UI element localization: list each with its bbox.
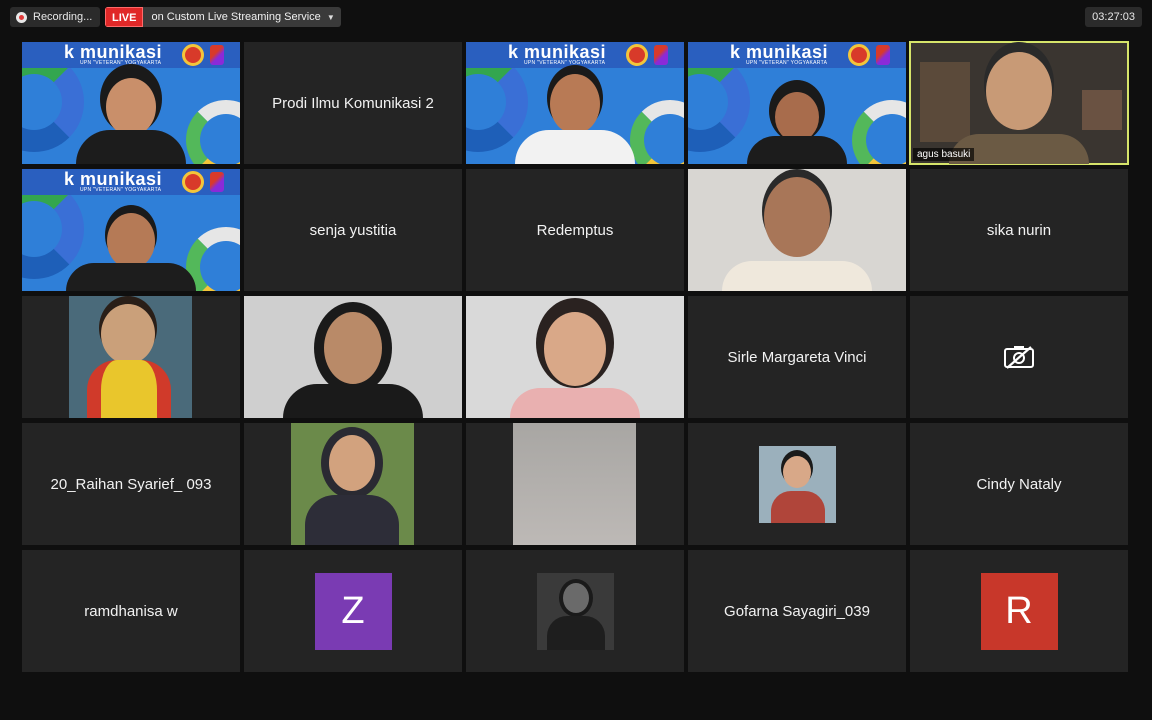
- participant-avatar: Z: [314, 572, 392, 650]
- participant-name: Redemptus: [536, 221, 614, 239]
- participant-video: [500, 64, 650, 164]
- participant-tile[interactable]: ramdhanisa w: [22, 550, 240, 672]
- participant-video: [717, 173, 877, 291]
- participant-tile[interactable]: Prodi Ilmu Komunikasi 2: [244, 42, 462, 164]
- participant-name: Cindy Nataly: [976, 475, 1062, 493]
- participant-tile[interactable]: [466, 423, 684, 545]
- participant-name: sika nurin: [986, 221, 1052, 239]
- gallery-view: k munikasi UPN "VETERAN" YOGYAKARTA Prod…: [22, 41, 1130, 675]
- participant-profile-photo: [536, 572, 614, 650]
- recording-indicator[interactable]: Recording...: [10, 7, 101, 27]
- participant-name: ramdhanisa w: [84, 602, 178, 620]
- participant-name: Gofarna Sayagiri_039: [724, 602, 870, 620]
- participant-tile[interactable]: Sirle Margareta Vinci: [688, 296, 906, 418]
- participant-tile[interactable]: k munikasi UPN "VETERAN" YOGYAKARTA: [466, 42, 684, 164]
- participant-profile-photo: [758, 445, 836, 523]
- brand-subtitle: UPN "VETERAN" YOGYAKARTA: [746, 60, 828, 66]
- participant-tile[interactable]: k munikasi UPN "VETERAN" YOGYAKARTA: [22, 42, 240, 164]
- participant-tile[interactable]: k munikasi UPN "VETERAN" YOGYAKARTA: [688, 42, 906, 164]
- live-stream-dropdown[interactable]: LIVE on Custom Live Streaming Service ▼: [105, 7, 341, 27]
- participant-tile[interactable]: [910, 296, 1128, 418]
- brand-mark-icon: [876, 45, 890, 65]
- participant-video: [278, 300, 428, 418]
- university-emblem-icon: [626, 44, 648, 66]
- participant-name: senja yustitia: [309, 221, 397, 239]
- participant-tile[interactable]: [244, 296, 462, 418]
- participant-tile[interactable]: sika nurin: [910, 169, 1128, 291]
- participant-avatar: R: [980, 572, 1058, 650]
- brand-mark-icon: [210, 45, 224, 65]
- participant-tile[interactable]: [466, 296, 684, 418]
- meeting-topbar: Recording... LIVE on Custom Live Streami…: [0, 0, 1152, 34]
- participant-video: [742, 84, 852, 164]
- participant-video: [505, 300, 645, 418]
- participant-name: Sirle Margareta Vinci: [727, 348, 867, 366]
- participant-tile[interactable]: [244, 423, 462, 545]
- live-badge: LIVE: [105, 7, 144, 27]
- participant-profile-photo: [513, 423, 636, 545]
- participant-tile[interactable]: Z: [244, 550, 462, 672]
- participant-profile-photo: [69, 296, 192, 418]
- participant-tile[interactable]: Cindy Nataly: [910, 423, 1128, 545]
- participant-tile[interactable]: [688, 169, 906, 291]
- brand-mark-icon: [654, 45, 668, 65]
- participant-tile[interactable]: R: [910, 550, 1128, 672]
- university-emblem-icon: [182, 171, 204, 193]
- meeting-timer: 03:27:03: [1085, 7, 1142, 27]
- participant-video: [61, 191, 201, 291]
- camera-off-icon: [1004, 346, 1034, 369]
- participant-video: [71, 64, 191, 164]
- participant-tile[interactable]: [466, 550, 684, 672]
- participant-tile-active-speaker[interactable]: agus basuki: [909, 41, 1129, 165]
- university-emblem-icon: [848, 44, 870, 66]
- participant-name-tag: agus basuki: [913, 148, 975, 161]
- participant-tile[interactable]: Redemptus: [466, 169, 684, 291]
- record-icon: [16, 11, 27, 23]
- brand-mark-icon: [210, 172, 224, 192]
- participant-profile-photo: [291, 423, 414, 545]
- participant-tile[interactable]: senja yustitia: [244, 169, 462, 291]
- participant-tile[interactable]: [688, 423, 906, 545]
- university-emblem-icon: [182, 44, 204, 66]
- participant-video: [949, 46, 1089, 164]
- caret-down-icon: ▼: [326, 12, 335, 22]
- participant-name: 20_Raihan Syarief_ 093: [50, 475, 212, 493]
- participant-name: Prodi Ilmu Komunikasi 2: [272, 94, 434, 112]
- live-service-label: on Custom Live Streaming Service: [151, 11, 321, 23]
- participant-tile[interactable]: Gofarna Sayagiri_039: [688, 550, 906, 672]
- participant-tile[interactable]: 20_Raihan Syarief_ 093: [22, 423, 240, 545]
- recording-label: Recording...: [33, 11, 93, 23]
- participant-tile[interactable]: k munikasi UPN "VETERAN" YOGYAKARTA: [22, 169, 240, 291]
- participant-tile[interactable]: [22, 296, 240, 418]
